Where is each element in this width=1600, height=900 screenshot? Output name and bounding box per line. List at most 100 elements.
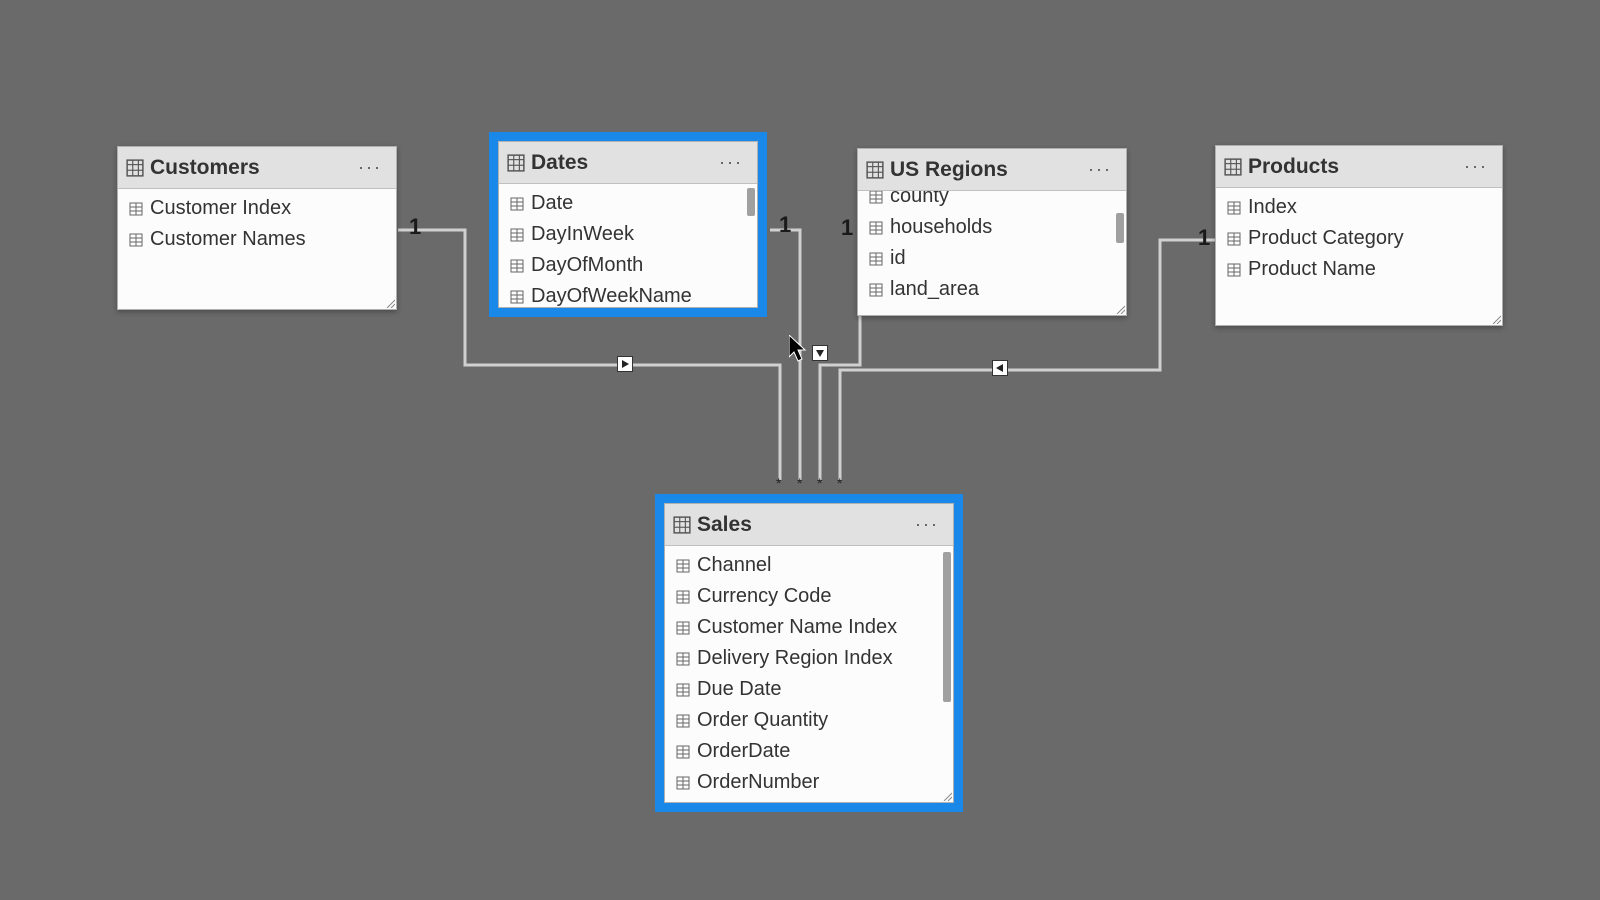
column-icon: [1226, 231, 1242, 247]
column-icon: [509, 227, 525, 243]
field-label: DayOfMonth: [531, 254, 643, 277]
table-title: Customers: [150, 156, 354, 180]
table-dates[interactable]: Dates ··· Date DayInWeek DayOfMonth DayO…: [498, 141, 758, 308]
field-label: Delivery Region Index: [697, 647, 893, 670]
cardinality-many-4: *: [837, 475, 842, 491]
scrollbar-thumb[interactable]: [747, 188, 755, 216]
table-title: US Regions: [890, 158, 1084, 182]
table-field[interactable]: Currency Code: [665, 581, 953, 612]
resize-handle[interactable]: [1113, 302, 1125, 314]
table-field[interactable]: Channel: [665, 550, 953, 581]
field-label: DayOfWeekName: [531, 285, 692, 308]
field-label: id: [890, 247, 906, 270]
table-field[interactable]: Due Date: [665, 674, 953, 705]
table-body: Customer Index Customer Names: [118, 189, 396, 259]
table-icon: [507, 154, 525, 172]
table-field[interactable]: households: [858, 212, 1126, 243]
table-header[interactable]: Dates ···: [499, 142, 757, 184]
table-body: Date DayInWeek DayOfMonth DayOfWeekName: [499, 184, 757, 309]
table-field[interactable]: Customer Index: [118, 193, 396, 224]
field-label: Channel: [697, 554, 772, 577]
field-label: Order Quantity: [697, 709, 828, 732]
table-field[interactable]: Product Category: [1216, 223, 1502, 254]
table-field[interactable]: DayOfWeekName: [499, 281, 757, 309]
table-header[interactable]: Sales ···: [665, 504, 953, 546]
field-label: Customer Index: [150, 197, 291, 220]
table-field[interactable]: OrderDate: [665, 736, 953, 767]
table-sales[interactable]: Sales ··· Channel Currency Code Customer…: [664, 503, 954, 803]
table-icon: [673, 516, 691, 534]
scrollbar-thumb[interactable]: [943, 552, 951, 702]
field-label: Customer Names: [150, 228, 306, 251]
column-icon: [868, 282, 884, 298]
field-label: county: [890, 191, 949, 208]
more-options-button[interactable]: ···: [715, 152, 747, 173]
table-usregions[interactable]: US Regions ··· county households id land…: [857, 148, 1127, 316]
filter-direction-right: [617, 356, 633, 372]
table-customers[interactable]: Customers ··· Customer Index Customer Na…: [117, 146, 397, 310]
table-products[interactable]: Products ··· Index Product Category Prod…: [1215, 145, 1503, 326]
field-label: Customer Name Index: [697, 616, 897, 639]
more-options-button[interactable]: ···: [1460, 156, 1492, 177]
table-icon: [866, 161, 884, 179]
field-label: land_area: [890, 278, 979, 301]
cardinality-one-customers: 1: [409, 214, 421, 240]
column-icon: [675, 558, 691, 574]
table-field[interactable]: id: [858, 243, 1126, 274]
column-icon: [675, 775, 691, 791]
cardinality-many-1: *: [776, 475, 781, 491]
table-header[interactable]: US Regions ···: [858, 149, 1126, 191]
table-header[interactable]: Products ···: [1216, 146, 1502, 188]
table-field[interactable]: Product Name: [1216, 254, 1502, 285]
more-options-button[interactable]: ···: [911, 514, 943, 535]
field-label: Currency Code: [697, 585, 832, 608]
table-field[interactable]: Index: [1216, 192, 1502, 223]
cardinality-many-3: *: [817, 475, 822, 491]
column-icon: [675, 713, 691, 729]
column-icon: [675, 651, 691, 667]
table-field[interactable]: Delivery Region Index: [665, 643, 953, 674]
filter-direction-down: [812, 345, 828, 361]
field-label: OrderNumber: [697, 771, 819, 794]
resize-handle[interactable]: [383, 296, 395, 308]
table-title: Products: [1248, 155, 1460, 179]
table-field[interactable]: OrderNumber: [665, 767, 953, 798]
resize-handle[interactable]: [940, 789, 952, 801]
column-icon: [509, 258, 525, 274]
mouse-cursor-icon: [789, 335, 811, 363]
scrollbar-thumb[interactable]: [1116, 213, 1124, 243]
table-body: Index Product Category Product Name: [1216, 188, 1502, 289]
column-icon: [675, 682, 691, 698]
column-icon: [868, 251, 884, 267]
table-icon: [126, 159, 144, 177]
column-icon: [128, 201, 144, 217]
field-label: DayInWeek: [531, 223, 634, 246]
field-label: households: [890, 216, 992, 239]
table-field[interactable]: Date: [499, 188, 757, 219]
table-header[interactable]: Customers ···: [118, 147, 396, 189]
column-icon: [509, 196, 525, 212]
filter-direction-left: [992, 360, 1008, 376]
table-field[interactable]: land_area: [858, 274, 1126, 305]
table-field[interactable]: county: [858, 191, 1126, 212]
column-icon: [868, 220, 884, 236]
table-field[interactable]: Customer Name Index: [665, 612, 953, 643]
cardinality-one-dates: 1: [779, 212, 791, 238]
column-icon: [868, 191, 884, 205]
table-field[interactable]: DayInWeek: [499, 219, 757, 250]
table-title: Sales: [697, 513, 911, 537]
table-field[interactable]: Customer Names: [118, 224, 396, 255]
field-label: Product Category: [1248, 227, 1404, 250]
column-icon: [1226, 200, 1242, 216]
more-options-button[interactable]: ···: [1084, 159, 1116, 180]
column-icon: [675, 744, 691, 760]
table-field[interactable]: DayOfMonth: [499, 250, 757, 281]
resize-handle[interactable]: [1489, 312, 1501, 324]
table-body: county households id land_area: [858, 191, 1126, 317]
table-field[interactable]: Order Quantity: [665, 705, 953, 736]
more-options-button[interactable]: ···: [354, 157, 386, 178]
column-icon: [509, 289, 525, 305]
table-icon: [1224, 158, 1242, 176]
column-icon: [128, 232, 144, 248]
column-icon: [1226, 262, 1242, 278]
